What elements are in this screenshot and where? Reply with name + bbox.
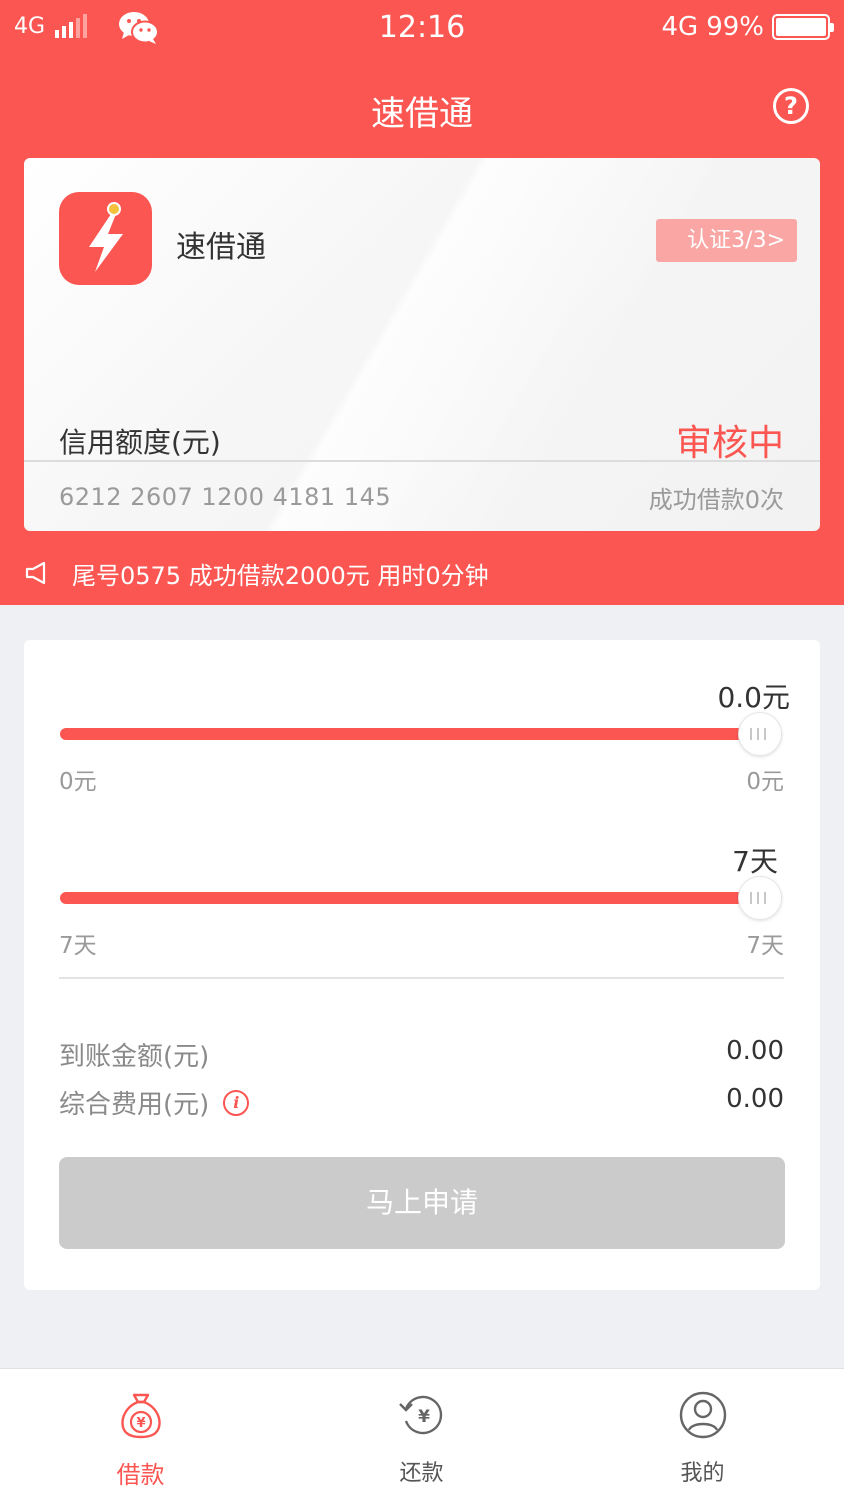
received-amount-text: 到账金额(元) (59, 1042, 210, 1072)
tab-mine-label: 我的 (680, 1461, 725, 1486)
card-divider (24, 460, 820, 462)
fee-label-text: 综合费用(元) (59, 1090, 210, 1120)
tab-repay-label: 还款 (399, 1461, 444, 1486)
days-slider-track[interactable] (60, 892, 782, 904)
tab-repay[interactable]: ¥ 还款 (281, 1369, 562, 1500)
received-amount-value: 0.00 (726, 1036, 784, 1066)
tab-borrow-label: 借款 (116, 1461, 165, 1489)
info-icon[interactable]: i (223, 1089, 250, 1116)
amount-max-label: 0元 (746, 769, 784, 795)
tab-borrow[interactable]: ¥ 借款 (0, 1369, 281, 1500)
battery-icon (772, 14, 834, 40)
money-bag-icon: ¥ (120, 1393, 161, 1439)
header-background: 4G 12:16 4G 99% 速借通 ? 速借通 认证3/3> 信用额度(元)… (0, 0, 844, 605)
question-circle-icon[interactable]: ? (773, 88, 809, 124)
fee-value: 0.00 (726, 1084, 784, 1114)
network-right-label: 4G (661, 12, 699, 42)
amount-slider-handle[interactable] (738, 712, 782, 756)
fee-label: 综合费用(元) i (59, 1084, 250, 1121)
tab-mine[interactable]: 我的 (562, 1369, 843, 1500)
days-current-value: 7天 (732, 845, 778, 878)
tab-bar: ¥ 借款 ¥ 还款 我的 (0, 1368, 844, 1500)
user-icon (679, 1391, 726, 1439)
days-max-label: 7天 (746, 933, 784, 959)
credit-card: 速借通 认证3/3> 信用额度(元) 审核中 6212 2607 1200 41… (24, 158, 820, 531)
success-loan-count: 成功借款0次 (648, 486, 784, 514)
credit-limit-label: 信用额度(元) (59, 426, 221, 459)
svg-text:¥: ¥ (418, 1407, 430, 1427)
notice-bar: 尾号0575 成功借款2000元 用时0分钟 (24, 555, 489, 591)
speaker-icon (25, 561, 46, 585)
days-min-label: 7天 (59, 933, 97, 959)
amount-min-label: 0元 (59, 769, 97, 795)
certification-badge[interactable]: 认证3/3> (656, 219, 797, 262)
svg-text:¥: ¥ (136, 1416, 145, 1431)
app-name: 速借通 (176, 230, 266, 265)
panel-divider (59, 977, 784, 979)
bank-card-number: 6212 2607 1200 4181 145 (59, 483, 392, 511)
lightning-icon (89, 202, 123, 272)
battery-percent: 99% (706, 12, 764, 42)
status-right: 4G 99% (661, 12, 834, 42)
repay-icon: ¥ (398, 1395, 442, 1435)
amount-current-value: 0.0元 (717, 681, 790, 714)
page-title: 速借通 (371, 94, 473, 134)
received-amount-label: 到账金额(元) (59, 1036, 209, 1073)
review-status: 审核中 (675, 423, 784, 464)
amount-slider-track[interactable] (60, 728, 782, 740)
status-bar: 4G 12:16 4G 99% (0, 0, 844, 56)
notice-text: 尾号0575 成功借款2000元 用时0分钟 (72, 561, 489, 590)
days-slider-handle[interactable] (738, 876, 782, 920)
app-logo (59, 192, 152, 285)
apply-button[interactable]: 马上申请 (59, 1157, 785, 1249)
loan-panel: 0.0元 0元 0元 7天 7天 7天 到账金额(元) 0.00 综合费用(元)… (24, 640, 820, 1290)
